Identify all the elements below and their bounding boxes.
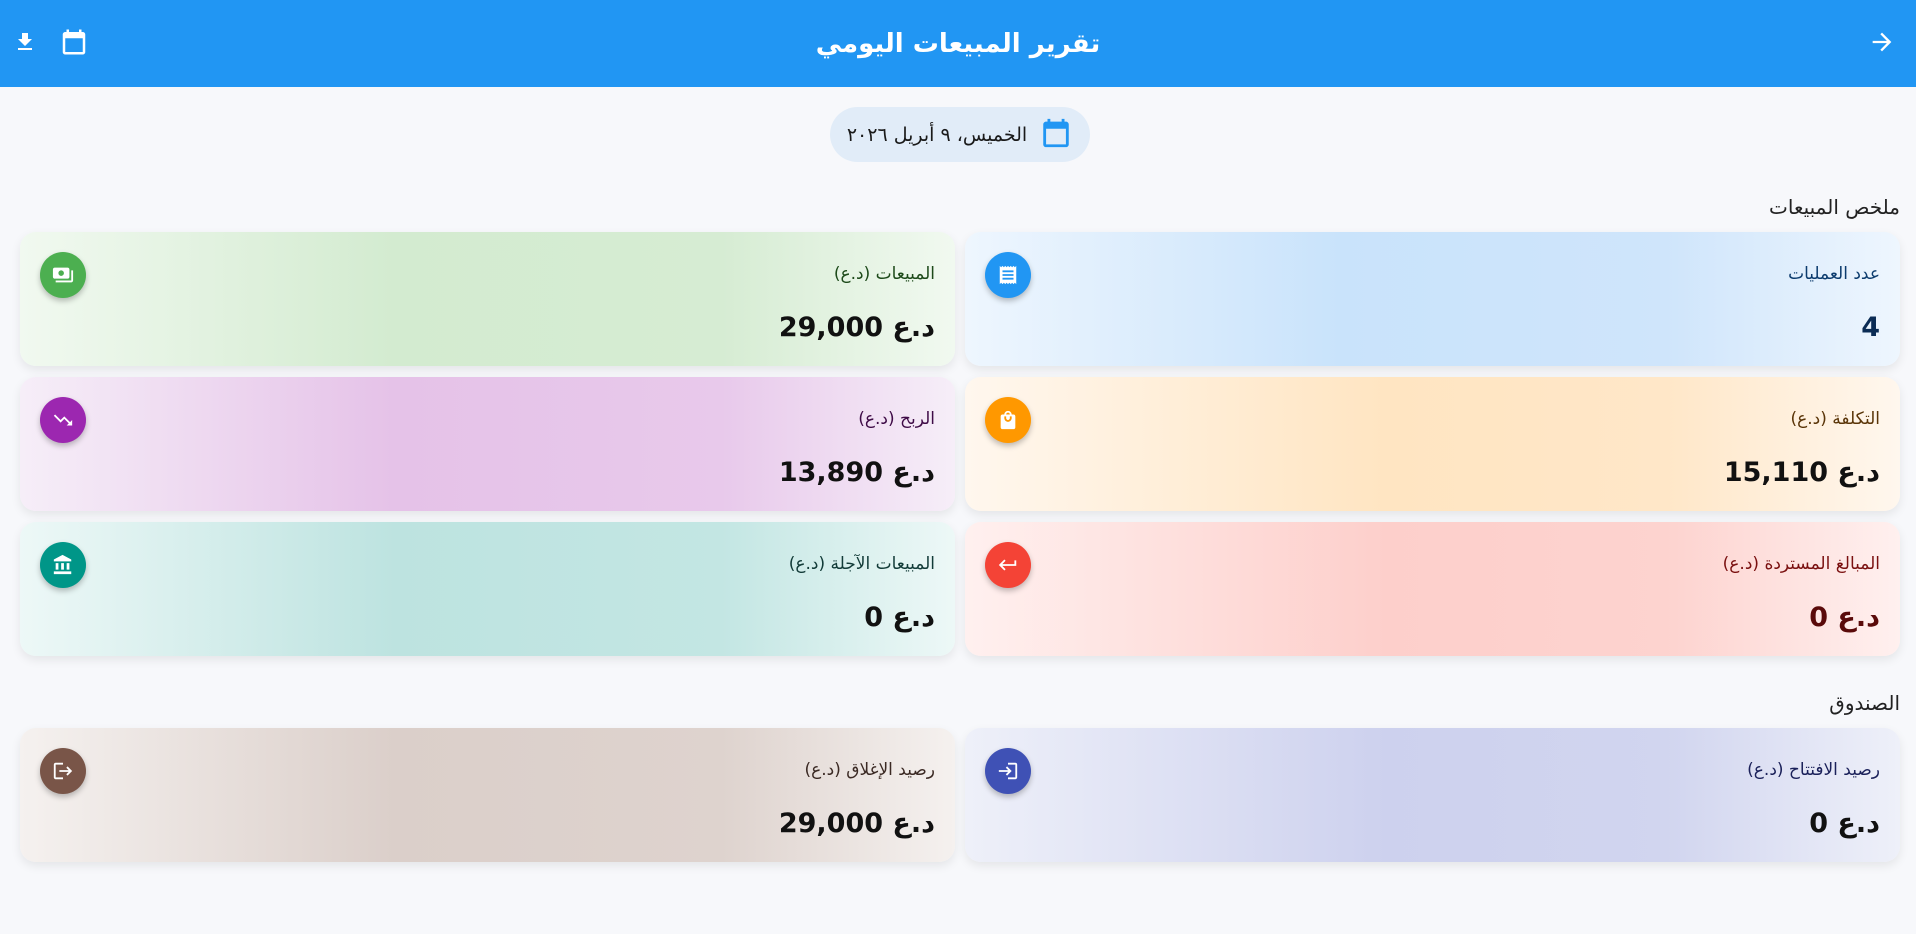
operations-count-card: عدد العمليات 4: [965, 232, 1900, 366]
bank-icon: [40, 542, 86, 588]
trending-icon: [40, 397, 86, 443]
selected-date: الخميس، ٩ أبريل ٢٠٢٦: [846, 123, 1028, 146]
page-title: تقرير المبيعات اليومي: [815, 28, 1101, 59]
card-value: د.ع 0: [1809, 808, 1880, 839]
card-label: المبيعات (د.ع): [833, 264, 935, 284]
receipt-icon: [985, 252, 1031, 298]
download-icon: [13, 30, 37, 58]
card-value: د.ع 0: [1809, 602, 1880, 633]
credit-sales-card: المبيعات الآجلة (د.ع) د.ع 0: [20, 522, 955, 656]
arrow-right-icon: [1868, 28, 1896, 60]
card-label: المبيعات الآجلة (د.ع): [788, 554, 935, 574]
card-value: د.ع 15,110: [1723, 457, 1880, 488]
card-value: 4: [1861, 312, 1880, 343]
calendar-button[interactable]: [46, 0, 102, 87]
card-label: الربح (د.ع): [858, 409, 935, 429]
card-value: د.ع 29,000: [778, 312, 935, 343]
cashbox-title: الصندوق: [1829, 691, 1900, 715]
calendar-icon: [59, 27, 89, 61]
calendar-icon: [1039, 116, 1073, 154]
sales-summary-title: ملخص المبيعات: [1769, 195, 1900, 219]
cost-card: التكلفة (د.ع) د.ع 15,110: [965, 377, 1900, 511]
app-bar: تقرير المبيعات اليومي: [0, 0, 1916, 87]
card-label: رصيد الإغلاق (د.ع): [804, 760, 935, 780]
card-value: د.ع 0: [864, 602, 935, 633]
card-value: د.ع 29,000: [778, 808, 935, 839]
back-button[interactable]: [1854, 0, 1910, 87]
card-label: رصيد الافتتاح (د.ع): [1747, 760, 1880, 780]
cash-icon: [40, 252, 86, 298]
sales-card: المبيعات (د.ع) د.ع 29,000: [20, 232, 955, 366]
date-selector-chip[interactable]: الخميس، ٩ أبريل ٢٠٢٦: [830, 107, 1090, 162]
closing-balance-card: رصيد الإغلاق (د.ع) د.ع 29,000: [20, 728, 955, 862]
return-arrow-icon: [985, 542, 1031, 588]
profit-card: الربح (د.ع) د.ع 13,890: [20, 377, 955, 511]
card-label: التكلفة (د.ع): [1790, 409, 1880, 429]
login-icon: [985, 748, 1031, 794]
shopping-bag-icon: [985, 397, 1031, 443]
logout-icon: [40, 748, 86, 794]
opening-balance-card: رصيد الافتتاح (د.ع) د.ع 0: [965, 728, 1900, 862]
refunds-card: المبالغ المستردة (د.ع) د.ع 0: [965, 522, 1900, 656]
card-label: عدد العمليات: [1788, 264, 1880, 284]
card-value: د.ع 13,890: [778, 457, 935, 488]
card-label: المبالغ المستردة (د.ع): [1722, 554, 1880, 574]
